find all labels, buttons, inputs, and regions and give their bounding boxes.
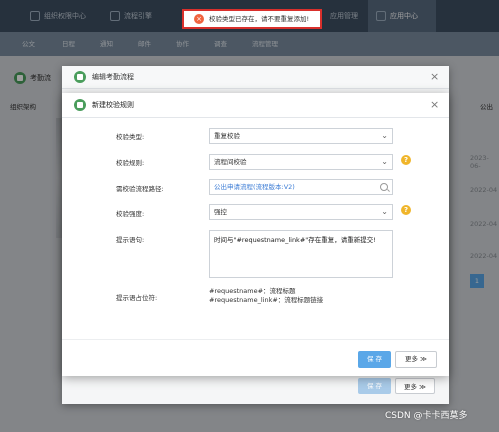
dialog-title: 新建校验规则 <box>92 101 134 109</box>
check-rule-label: 校验规则: <box>116 159 145 167</box>
placeholder-item: #requestname_link#：流程标题链接 <box>209 296 324 304</box>
check-type-select[interactable]: 重复校验 ⌄ <box>209 128 393 144</box>
more-button[interactable]: 更多 ≫ <box>395 378 435 394</box>
dialog-logo-icon <box>74 71 86 83</box>
error-icon: × <box>194 14 204 24</box>
dialog-header: 编辑考勤流程 × <box>62 66 449 89</box>
search-icon[interactable] <box>380 183 388 191</box>
chevron-down-icon: ⌄ <box>381 207 388 216</box>
chevron-down-icon: ⌄ <box>381 157 388 166</box>
error-toast: × 校验类型已存在，请不要重复添加! <box>182 9 322 29</box>
prompt-label: 提示语句: <box>116 236 145 244</box>
dialog-title: 编辑考勤流程 <box>92 73 134 81</box>
chevron-right-icon: ≫ <box>419 383 426 391</box>
close-icon[interactable]: × <box>430 71 439 83</box>
placeholder-label: 提示语占位符: <box>116 294 158 302</box>
more-button[interactable]: 更多 ≫ <box>395 351 437 368</box>
footer-divider <box>62 339 449 340</box>
new-rule-dialog: 新建校验规则 × 校验类型: 重复校验 ⌄ 校验规则: 流程间校验 ⌄ ? 需校… <box>62 93 449 376</box>
check-type-label: 校验类型: <box>116 133 145 141</box>
chevron-down-icon: ⌄ <box>381 131 388 140</box>
chevron-right-icon: ≫ <box>420 355 427 363</box>
flow-path-browser[interactable]: 公出申请流程(流程版本:V2) <box>209 179 393 195</box>
check-rule-select[interactable]: 流程间校验 ⌄ <box>209 154 393 170</box>
prompt-textarea[interactable]: 时间与"#requestname_link#"存在重复，请重新提交! <box>209 230 393 278</box>
dialog-header: 新建校验规则 × <box>62 93 449 118</box>
help-icon[interactable]: ? <box>401 205 411 215</box>
watermark: CSDN @卡卡西莫多 <box>385 411 468 421</box>
strength-label: 校验强度: <box>116 210 145 218</box>
strength-select[interactable]: 强控 ⌄ <box>209 204 393 220</box>
toast-message: 校验类型已存在，请不要重复添加! <box>209 15 310 23</box>
close-icon[interactable]: × <box>430 99 439 111</box>
flow-path-link[interactable]: 公出申请流程(流程版本:V2) <box>214 183 295 191</box>
placeholder-item: #requestname#：流程标题 <box>209 287 296 295</box>
flow-path-label: 需校验流程路径: <box>116 185 164 193</box>
dialog-logo-icon <box>74 99 86 111</box>
help-icon[interactable]: ? <box>401 155 411 165</box>
save-button[interactable]: 保 存 <box>358 351 391 368</box>
save-button[interactable]: 保 存 <box>358 378 391 394</box>
